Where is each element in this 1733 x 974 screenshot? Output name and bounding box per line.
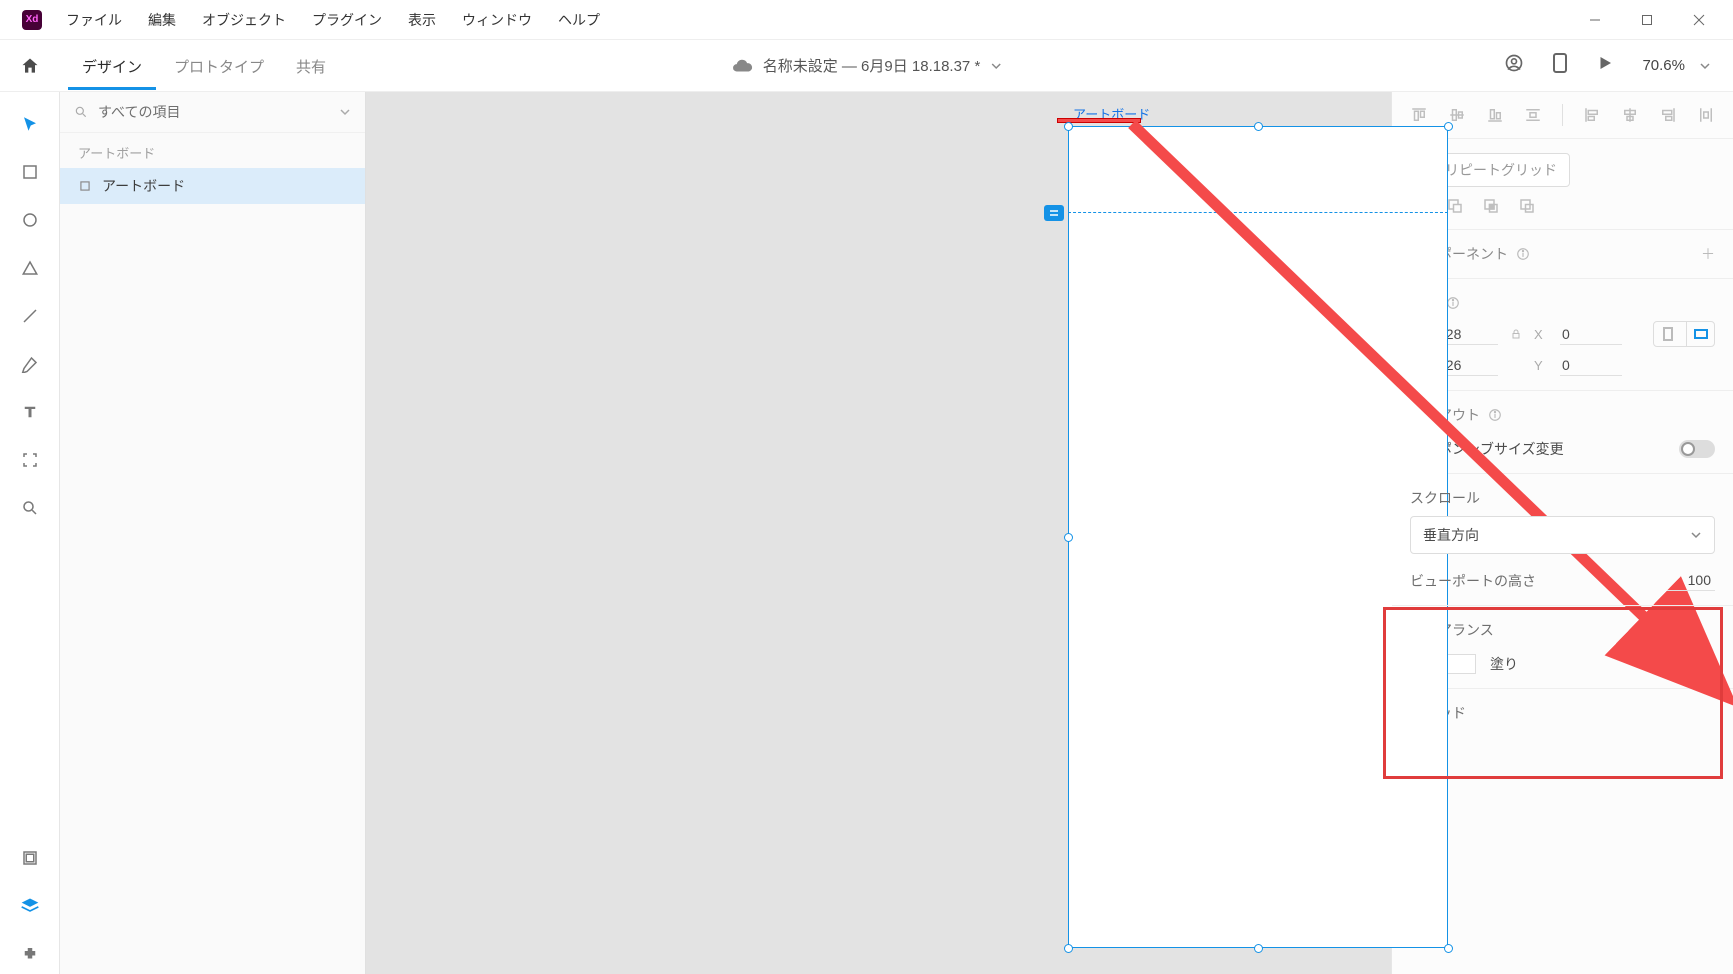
menu-plugin[interactable]: プラグイン xyxy=(302,4,392,36)
chevron-down-icon[interactable] xyxy=(990,60,1002,72)
scroll-label: スクロール xyxy=(1410,490,1480,506)
app-icon: Xd xyxy=(22,10,42,30)
tab-design[interactable]: デザイン xyxy=(68,42,156,90)
viewport-height-input[interactable]: 100 xyxy=(1667,570,1715,591)
menu-bar: ファイル 編集 オブジェクト プラグイン 表示 ウィンドウ ヘルプ xyxy=(56,4,610,36)
mode-tabs: デザイン プロトタイプ 共有 xyxy=(68,42,340,90)
canvas[interactable]: アートボード xyxy=(366,92,1391,974)
orientation-toggle[interactable] xyxy=(1653,321,1715,347)
boolean-subtract-icon[interactable] xyxy=(1446,197,1464,215)
cloud-icon xyxy=(731,55,753,77)
eyedropper-icon[interactable] xyxy=(1699,655,1715,674)
info-icon[interactable] xyxy=(1488,408,1502,422)
lock-aspect-icon[interactable] xyxy=(1506,328,1526,340)
profile-icon[interactable] xyxy=(1504,53,1524,78)
zoom-tool[interactable] xyxy=(10,488,50,528)
window-minimize[interactable] xyxy=(1569,0,1621,40)
align-right-icon[interactable] xyxy=(1659,106,1677,124)
handle-bl[interactable] xyxy=(1064,944,1073,953)
zoom-value: 70.6% xyxy=(1642,57,1685,74)
search-label: すべての項目 xyxy=(98,102,329,122)
y-input[interactable]: 0 xyxy=(1560,355,1622,376)
select-tool[interactable] xyxy=(10,104,50,144)
handle-tl[interactable] xyxy=(1064,122,1073,131)
responsive-toggle[interactable] xyxy=(1679,440,1715,458)
search-icon xyxy=(74,105,88,119)
tab-prototype[interactable]: プロトタイプ xyxy=(160,42,278,90)
portrait-icon[interactable] xyxy=(1654,322,1682,346)
home-button[interactable] xyxy=(0,40,60,92)
menu-file[interactable]: ファイル xyxy=(56,4,132,36)
viewport-guide[interactable] xyxy=(1068,212,1448,213)
polygon-tool[interactable] xyxy=(10,248,50,288)
menu-window[interactable]: ウィンドウ xyxy=(452,4,542,36)
landscape-icon[interactable] xyxy=(1686,322,1714,346)
artboard-icon xyxy=(78,179,92,193)
scroll-direction-value: 垂直方向 xyxy=(1423,525,1479,545)
document-title-area[interactable]: 名称未設定 — 6月9日 18.18.37 * xyxy=(731,55,1003,77)
align-hcenter-icon[interactable] xyxy=(1621,106,1639,124)
info-icon[interactable] xyxy=(1446,296,1460,310)
tool-rail xyxy=(0,92,60,974)
zoom-control[interactable]: 70.6% xyxy=(1642,57,1711,74)
menu-object[interactable]: オブジェクト xyxy=(192,4,296,36)
handle-tm[interactable] xyxy=(1254,122,1263,131)
artboard[interactable] xyxy=(1068,126,1448,948)
main-area: すべての項目 アートボード アートボード アートボード xyxy=(0,92,1733,974)
tab-share[interactable]: 共有 xyxy=(282,42,340,90)
document-title: 名称未設定 — 6月9日 18.18.37 * xyxy=(763,55,981,76)
chevron-down-icon xyxy=(1690,529,1702,541)
align-vmiddle-icon[interactable] xyxy=(1448,106,1466,124)
top-bar: デザイン プロトタイプ 共有 名称未設定 — 6月9日 18.18.37 * 7… xyxy=(0,40,1733,92)
align-left-icon[interactable] xyxy=(1583,106,1601,124)
chevron-down-icon xyxy=(339,106,351,118)
handle-tr[interactable] xyxy=(1444,122,1453,131)
viewport-guide-handle[interactable] xyxy=(1044,205,1064,221)
device-preview-icon[interactable] xyxy=(1552,52,1568,79)
ellipse-tool[interactable] xyxy=(10,200,50,240)
boolean-exclude-icon[interactable] xyxy=(1518,197,1536,215)
layer-item-label: アートボード xyxy=(102,176,185,196)
layer-item-artboard[interactable]: アートボード xyxy=(60,168,365,204)
title-bar: Xd ファイル 編集 オブジェクト プラグイン 表示 ウィンドウ ヘルプ xyxy=(0,0,1733,40)
layers-panel: すべての項目 アートボード アートボード xyxy=(60,92,366,974)
plugins-panel-icon[interactable] xyxy=(10,934,50,974)
assets-panel-icon[interactable] xyxy=(10,838,50,878)
handle-ml[interactable] xyxy=(1064,533,1073,542)
window-controls xyxy=(1569,0,1725,40)
scroll-section: スクロール 垂直方向 ビューポートの高さ 100 xyxy=(1392,474,1733,606)
rectangle-tool[interactable] xyxy=(10,152,50,192)
layers-group-title: アートボード xyxy=(60,133,365,168)
fill-label: 塗り xyxy=(1490,654,1518,674)
play-icon[interactable] xyxy=(1596,54,1614,77)
viewport-height-label: ビューポートの高さ xyxy=(1410,571,1536,591)
dist-h-icon[interactable] xyxy=(1697,106,1715,124)
boolean-ops xyxy=(1410,197,1715,215)
line-tool[interactable] xyxy=(10,296,50,336)
layers-search[interactable]: すべての項目 xyxy=(60,92,365,133)
dist-v-icon[interactable] xyxy=(1524,106,1542,124)
align-top-icon[interactable] xyxy=(1410,106,1428,124)
window-maximize[interactable] xyxy=(1621,0,1673,40)
info-icon[interactable] xyxy=(1516,247,1530,261)
artboard-tool[interactable] xyxy=(10,440,50,480)
x-input[interactable]: 0 xyxy=(1560,324,1622,345)
repeat-grid-label: リピートグリッド xyxy=(1445,160,1557,180)
handle-bm[interactable] xyxy=(1254,944,1263,953)
menu-help[interactable]: ヘルプ xyxy=(548,4,610,36)
add-component-icon[interactable]: ＋ xyxy=(1701,244,1715,264)
top-right-controls: 70.6% xyxy=(1504,52,1733,79)
menu-view[interactable]: 表示 xyxy=(398,4,446,36)
boolean-intersect-icon[interactable] xyxy=(1482,197,1500,215)
align-bottom-icon[interactable] xyxy=(1486,106,1504,124)
text-tool[interactable] xyxy=(10,392,50,432)
handle-br[interactable] xyxy=(1444,944,1453,953)
window-close[interactable] xyxy=(1673,0,1725,40)
chevron-down-icon xyxy=(1699,60,1711,72)
layers-panel-icon[interactable] xyxy=(10,886,50,926)
menu-edit[interactable]: 編集 xyxy=(138,4,186,36)
scroll-direction-select[interactable]: 垂直方向 xyxy=(1410,516,1715,554)
pen-tool[interactable] xyxy=(10,344,50,384)
